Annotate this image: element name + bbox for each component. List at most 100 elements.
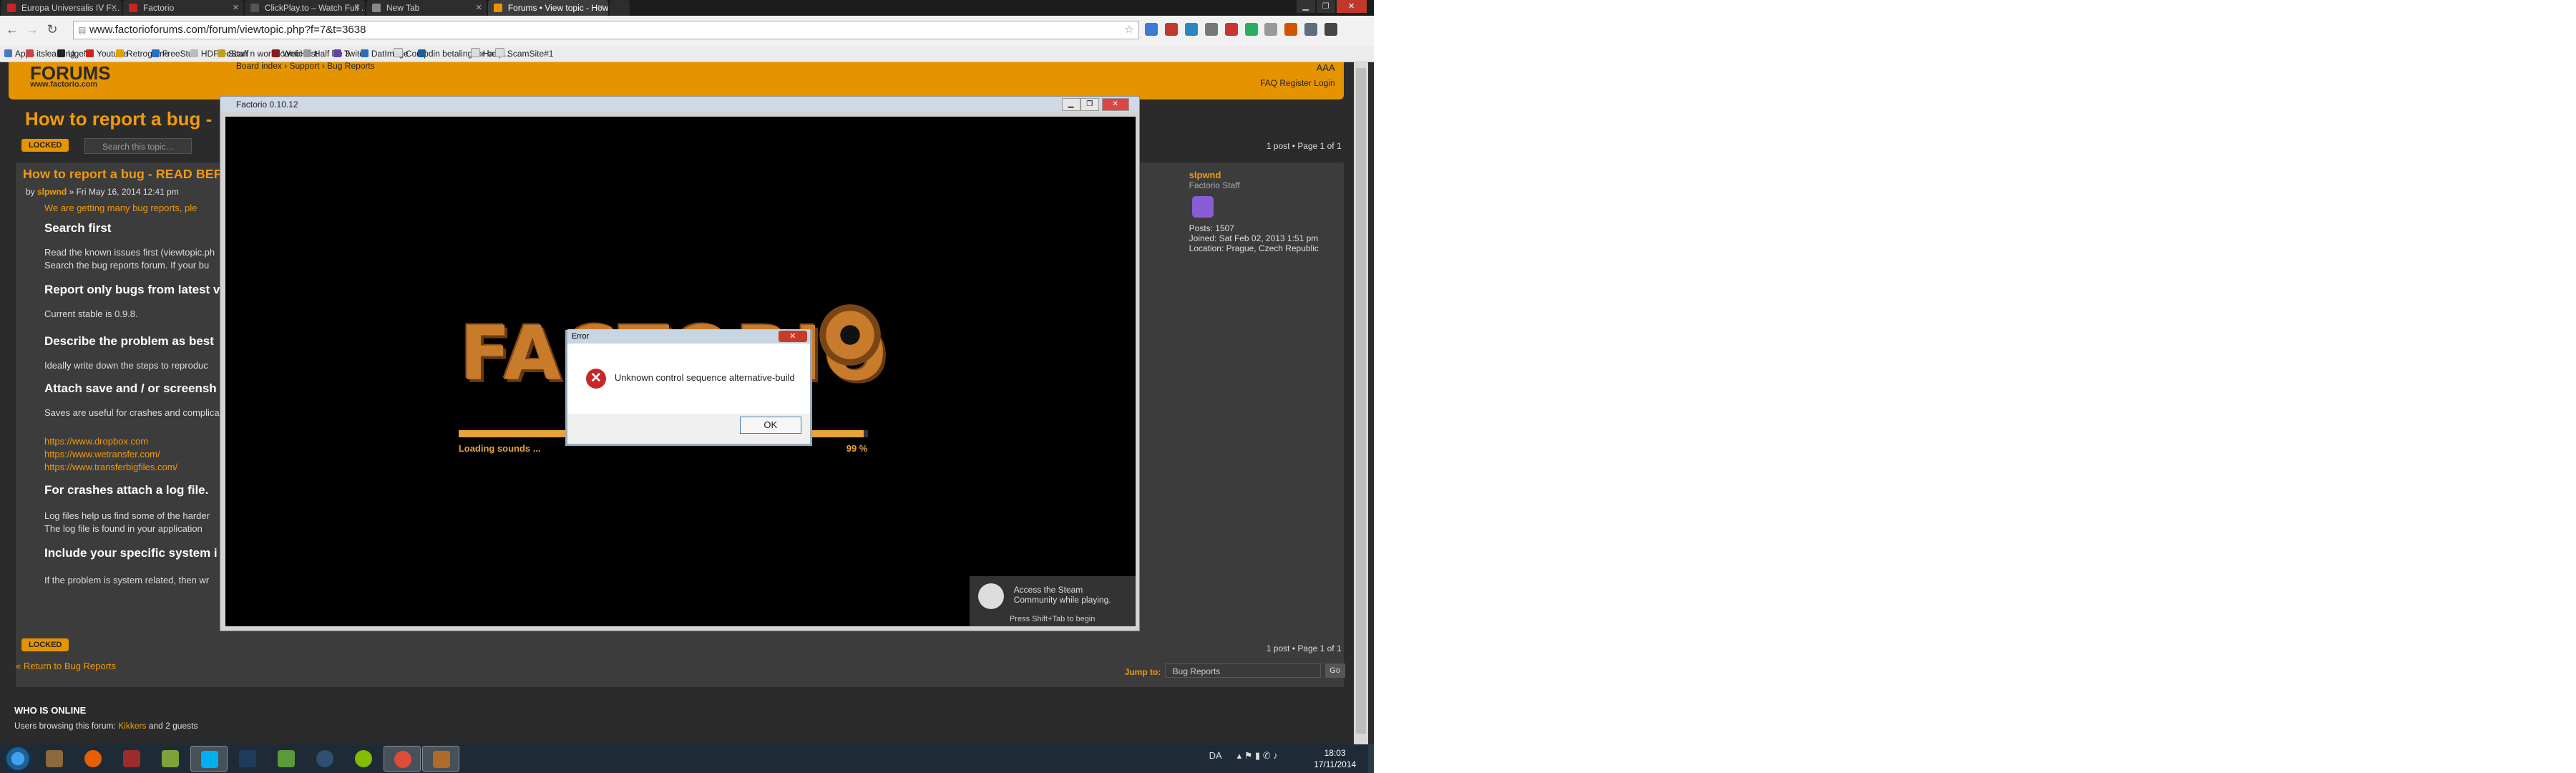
extension-icon[interactable] bbox=[1244, 22, 1258, 36]
star-bookmark-icon[interactable]: ☆ bbox=[1124, 21, 1133, 39]
topic-title[interactable]: How to report a bug - bbox=[25, 108, 212, 130]
taskbar-factorio[interactable] bbox=[421, 745, 459, 772]
close-tab-icon[interactable]: ✕ bbox=[597, 0, 604, 16]
bookmark-icon bbox=[271, 49, 280, 57]
close-window-icon[interactable]: ✕ bbox=[1336, 0, 1367, 13]
scrollbar-thumb[interactable] bbox=[1355, 67, 1366, 734]
tray-icons[interactable]: ▴ ⚑ ▮ ✆ ♪ bbox=[1237, 750, 1278, 761]
loading-text: Loading sounds ... bbox=[458, 442, 541, 454]
return-link[interactable]: « Return to Bug Reports bbox=[16, 661, 116, 671]
extension-icon[interactable] bbox=[1204, 22, 1218, 36]
game-titlebar[interactable]: Factorio 0.10.12 bbox=[220, 96, 1139, 112]
taskbar-skype[interactable] bbox=[190, 745, 228, 772]
language-indicator[interactable]: DA bbox=[1209, 750, 1221, 761]
post-line: Saves are useful for crashes and complic… bbox=[44, 407, 220, 418]
error-message: Unknown control sequence alternative-bui… bbox=[614, 371, 795, 383]
extension-icon[interactable] bbox=[1144, 22, 1158, 36]
whois-title: WHO IS ONLINE bbox=[14, 704, 87, 716]
tools-icon bbox=[45, 749, 63, 767]
minimize-icon[interactable]: ▁ bbox=[1296, 0, 1315, 13]
youtube-favicon-icon bbox=[6, 3, 16, 12]
tab-factorio[interactable]: Factorio ✕ bbox=[122, 0, 243, 16]
tab-label: Forums • View topic - How… bbox=[507, 3, 608, 13]
tab-forums[interactable]: Forums • View topic - How… ✕ bbox=[487, 0, 608, 16]
extension-icons bbox=[1144, 22, 1338, 36]
window-controls: ▁ ❐ ✕ bbox=[1296, 0, 1367, 14]
dropbox-link[interactable]: https://www.dropbox.com bbox=[44, 436, 148, 447]
locked-button-bottom[interactable]: LOCKED bbox=[21, 638, 69, 651]
forum-logo[interactable]: FORUMS www.factorio.com bbox=[30, 62, 111, 89]
extension-icon[interactable] bbox=[1224, 22, 1238, 36]
tab-label: Factorio bbox=[142, 3, 175, 13]
taskbar-notes-app[interactable] bbox=[152, 746, 189, 772]
locked-button[interactable]: LOCKED bbox=[21, 138, 69, 152]
jump-to-select[interactable]: Bug Reports bbox=[1164, 663, 1321, 678]
new-tab-button[interactable] bbox=[609, 0, 630, 16]
close-tab-icon[interactable]: ✕ bbox=[233, 0, 239, 16]
dialog-close-icon[interactable]: ✕ bbox=[778, 330, 807, 342]
extension-icon[interactable] bbox=[1184, 22, 1198, 36]
whois-text: Users browsing this forum: Kikkers and 2… bbox=[14, 720, 198, 731]
gear-icon bbox=[819, 303, 881, 366]
tab-new-tab[interactable]: New Tab ✕ bbox=[366, 0, 487, 16]
breadcrumb[interactable]: Board index › Support › Bug Reports bbox=[236, 61, 375, 71]
menu-icon[interactable] bbox=[1324, 22, 1338, 36]
taskbar-steam[interactable] bbox=[306, 746, 343, 772]
minimize-icon[interactable]: ▁ bbox=[1061, 97, 1080, 111]
page-favicon-icon bbox=[371, 3, 381, 12]
close-window-icon[interactable]: ✕ bbox=[1101, 97, 1129, 111]
font-size-icons[interactable]: AAA bbox=[1317, 62, 1335, 73]
close-tab-icon[interactable]: ✕ bbox=[354, 0, 361, 16]
post-line: We are getting many bug reports, ple bbox=[44, 202, 197, 213]
taskbar-archive-app[interactable] bbox=[113, 746, 150, 772]
bookmark-item[interactable]: ScamSite#1 bbox=[494, 46, 553, 62]
extension-icon[interactable] bbox=[1284, 22, 1298, 36]
folder-icon bbox=[470, 47, 480, 57]
close-tab-icon[interactable]: ✕ bbox=[111, 0, 117, 16]
close-tab-icon[interactable]: ✕ bbox=[476, 0, 482, 16]
show-desktop-button[interactable] bbox=[1367, 744, 1374, 773]
extension-icon[interactable] bbox=[1304, 22, 1318, 36]
extension-icon[interactable] bbox=[1164, 22, 1178, 36]
folder-icon bbox=[393, 47, 403, 57]
online-user-link[interactable]: Kikkers bbox=[118, 721, 146, 731]
wetransfer-link[interactable]: https://www.wetransfer.com/ bbox=[44, 449, 160, 460]
reload-icon[interactable]: ↻ bbox=[44, 21, 60, 37]
profile-location: Location: Prague, Czech Republic bbox=[1189, 243, 1319, 253]
twitch-icon bbox=[333, 49, 341, 57]
back-arrow-icon[interactable]: ← bbox=[4, 21, 20, 37]
author-link[interactable]: slpwnd bbox=[37, 187, 67, 197]
extension-icon[interactable] bbox=[1264, 22, 1278, 36]
taskbar-spotify[interactable] bbox=[345, 746, 382, 772]
clock[interactable]: 18:03 17/11/2014 bbox=[1307, 747, 1364, 770]
factorio-favicon-icon bbox=[493, 3, 502, 12]
bottom-actions: LOCKED bbox=[21, 638, 69, 651]
tab-clickplay[interactable]: ClickPlay.to – Watch Full … ✕ bbox=[244, 0, 365, 16]
search-topic-input[interactable]: Search this topic… bbox=[84, 137, 192, 154]
pagination-bottom: 1 post • Page 1 of 1 bbox=[1266, 643, 1342, 653]
taskbar-photoshop[interactable] bbox=[229, 746, 266, 772]
taskbar-chrome[interactable] bbox=[383, 745, 421, 772]
profile-name[interactable]: slpwnd bbox=[1189, 170, 1319, 180]
ok-button[interactable]: OK bbox=[739, 416, 801, 434]
youtube-favicon-icon bbox=[128, 3, 137, 12]
steam-icon bbox=[316, 749, 333, 767]
forward-arrow-icon[interactable]: → bbox=[24, 21, 40, 37]
taskbar-notepad[interactable] bbox=[268, 746, 305, 772]
windows-start-icon[interactable] bbox=[4, 745, 31, 772]
post-line: Current stable is 0.9.8. bbox=[44, 308, 138, 319]
transferbigfiles-link[interactable]: https://www.transferbigfiles.com/ bbox=[44, 462, 177, 472]
post-title[interactable]: How to report a bug - READ BEFO bbox=[23, 167, 232, 182]
url-input[interactable]: ▤ www.factorioforums.com/forum/viewtopic… bbox=[72, 20, 1139, 39]
go-button[interactable]: Go bbox=[1324, 663, 1345, 678]
maximize-icon[interactable]: ❐ bbox=[1080, 97, 1099, 111]
taskbar-tools-app[interactable] bbox=[36, 746, 73, 772]
taskbar-firefox[interactable] bbox=[74, 746, 112, 772]
header-links[interactable]: FAQ Register Login bbox=[1260, 78, 1335, 88]
maximize-icon[interactable]: ❐ bbox=[1316, 0, 1335, 13]
tab-europa[interactable]: Europa Universalis IV F… ✕ bbox=[1, 0, 122, 16]
page-scrollbar[interactable] bbox=[1353, 62, 1368, 748]
folder-icon bbox=[494, 47, 504, 57]
chrome-icon bbox=[394, 750, 411, 768]
dialog-body: ✕ Unknown control sequence alternative-b… bbox=[567, 343, 810, 414]
